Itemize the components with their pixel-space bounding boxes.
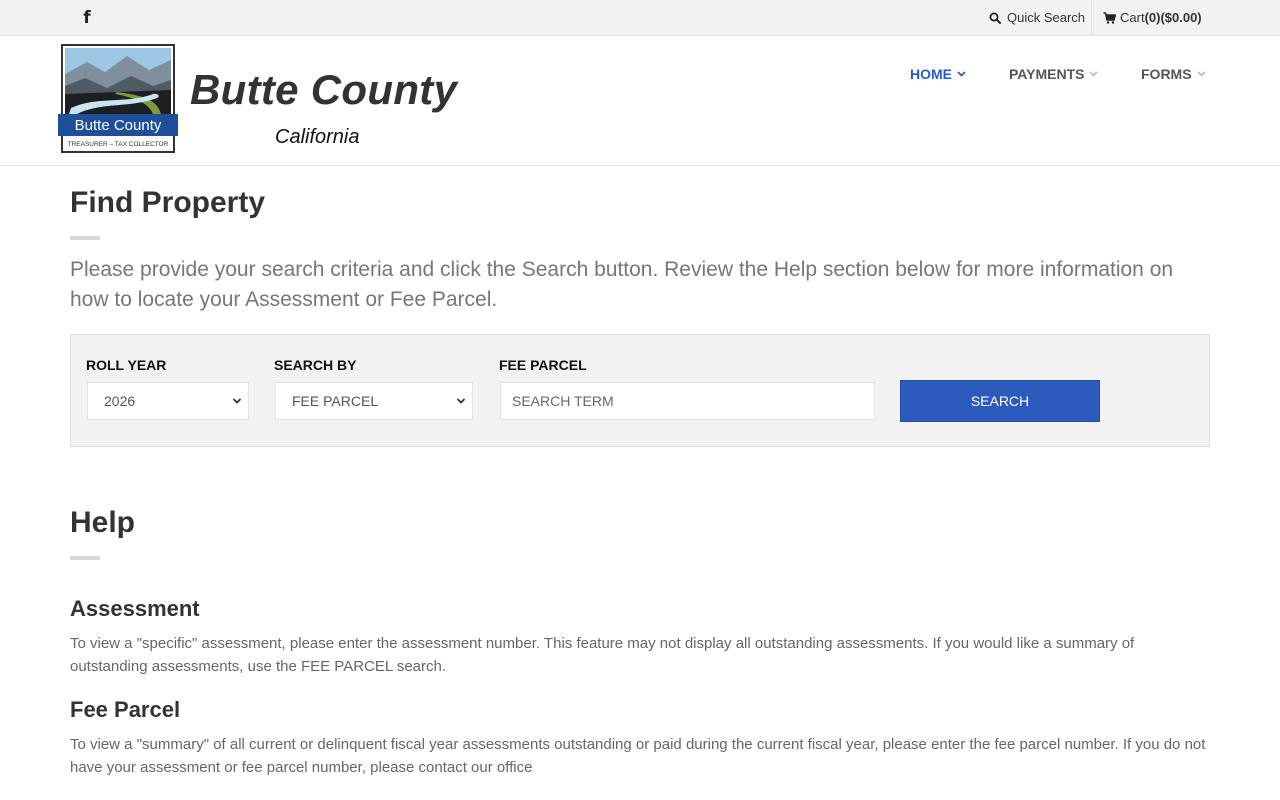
logo-tagline: TREASURER – TAX COLLECTOR bbox=[68, 141, 169, 148]
cart-link[interactable]: Cart (0)($0.00) bbox=[1103, 0, 1202, 35]
search-term-field[interactable] bbox=[500, 382, 875, 420]
nav-payments-label: PAYMENTS bbox=[1009, 66, 1085, 82]
search-button[interactable]: SEARCH bbox=[900, 380, 1100, 422]
search-input[interactable] bbox=[512, 383, 874, 419]
quick-search-link[interactable]: Quick Search bbox=[989, 0, 1085, 35]
nav-forms-label: FORMS bbox=[1141, 66, 1192, 82]
cart-icon bbox=[1103, 11, 1116, 24]
county-logo[interactable]: Butte County TREASURER – TAX COLLECTOR bbox=[57, 44, 179, 154]
site-header: Butte County TREASURER – TAX COLLECTOR B… bbox=[0, 36, 1280, 166]
nav-forms[interactable]: FORMS bbox=[1141, 66, 1206, 82]
roll-year-label: ROLL YEAR bbox=[86, 357, 167, 373]
chevron-down-icon bbox=[456, 398, 466, 404]
nav-home-label: HOME bbox=[910, 66, 952, 82]
site-title[interactable]: Butte County bbox=[190, 66, 457, 114]
chevron-down-icon bbox=[957, 71, 966, 77]
cart-total: (0)($0.00) bbox=[1144, 10, 1202, 25]
search-by-label: SEARCH BY bbox=[274, 357, 357, 373]
roll-year-select[interactable]: 2026 bbox=[87, 382, 249, 420]
title-underline bbox=[70, 236, 100, 240]
chevron-down-icon bbox=[232, 398, 242, 404]
help-title: Help bbox=[70, 506, 136, 539]
assessment-heading: Assessment bbox=[70, 596, 200, 621]
search-term-label: FEE PARCEL bbox=[499, 357, 587, 373]
help-underline bbox=[70, 556, 100, 560]
intro-text: Please provide your search criteria and … bbox=[70, 258, 1174, 311]
nav-home[interactable]: HOME bbox=[910, 66, 966, 82]
search-by-value: FEE PARCEL bbox=[292, 393, 379, 409]
fee-parcel-heading: Fee Parcel bbox=[70, 697, 181, 722]
chevron-down-icon bbox=[1196, 71, 1206, 77]
fee-parcel-help-text: To view a "summary" of all current or de… bbox=[70, 736, 1206, 776]
topbar-divider bbox=[1091, 0, 1092, 35]
search-icon bbox=[989, 12, 1001, 24]
search-panel: ROLL YEAR 2026 SEARCH BY FEE PARCEL FEE … bbox=[70, 334, 1210, 447]
site-subtitle: California bbox=[275, 126, 360, 148]
search-by-select[interactable]: FEE PARCEL bbox=[275, 382, 473, 420]
assessment-help-text: To view a "specific" assessment, please … bbox=[70, 635, 1135, 675]
page-title: Find Property bbox=[70, 186, 266, 219]
facebook-icon[interactable]: f bbox=[80, 9, 94, 27]
logo-name: Butte County bbox=[75, 117, 162, 134]
top-utility-bar: f Quick Search Cart (0)($0.00) bbox=[0, 0, 1280, 36]
quick-search-label: Quick Search bbox=[1007, 10, 1086, 25]
roll-year-value: 2026 bbox=[104, 393, 136, 409]
nav-payments[interactable]: PAYMENTS bbox=[1009, 66, 1099, 82]
chevron-down-icon bbox=[1089, 71, 1099, 77]
cart-label: Cart bbox=[1120, 10, 1145, 25]
